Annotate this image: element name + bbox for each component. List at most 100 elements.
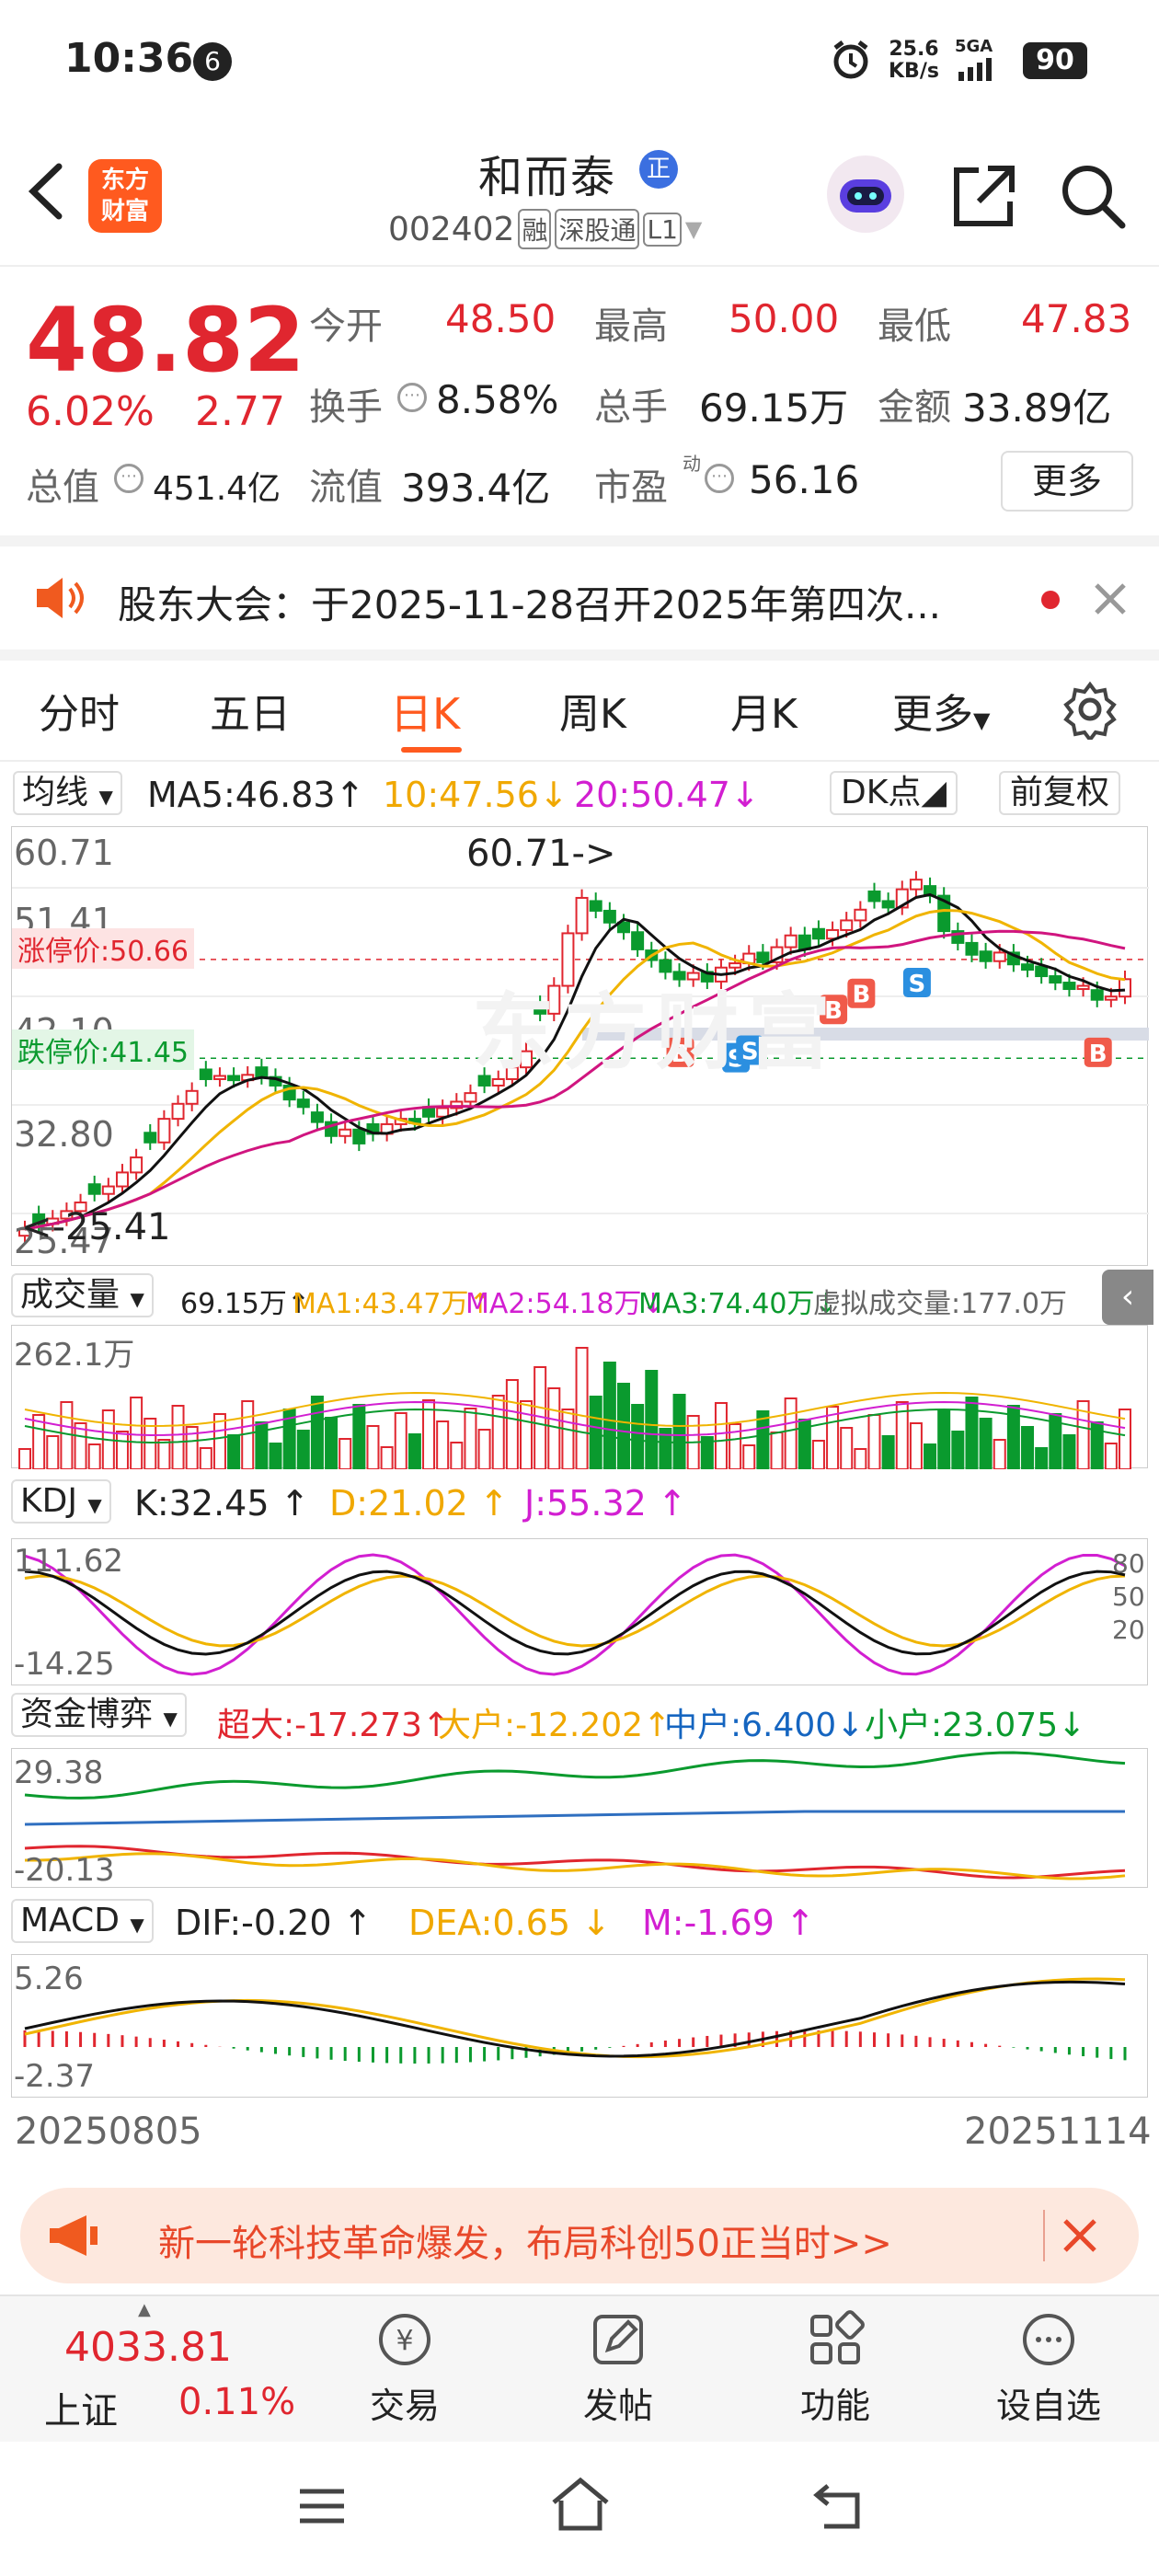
quote-panel: 48.82 6.02% 2.77 总值 ⋯ 451.4亿 今开 48.50 最高… <box>0 269 1159 535</box>
volume-bar <box>840 1427 854 1469</box>
candle-body <box>1119 978 1131 998</box>
volume-bar <box>436 1420 450 1469</box>
period-tabs: 分时 五日 日K 周K 月K 更多▼ <box>0 661 1159 762</box>
volume-bar <box>1104 1443 1118 1469</box>
index-name[interactable]: 上证 <box>44 2381 118 2434</box>
dk-point-toggle[interactable]: DK点◢ <box>830 771 958 815</box>
macd-y-bottom: -2.37 <box>14 2058 95 2095</box>
close-icon[interactable] <box>1089 578 1131 620</box>
robot-assistant-icon[interactable] <box>823 152 908 236</box>
candle-body <box>1062 982 1076 991</box>
tab-more[interactable]: 更多▼ <box>892 681 990 740</box>
volume-bar <box>979 1418 993 1469</box>
home-icon[interactable] <box>548 2475 613 2534</box>
candle-body <box>631 931 645 950</box>
volume-selector[interactable]: 成交量 ▼ <box>11 1273 154 1317</box>
index-percent[interactable]: 0.11% <box>178 2381 295 2423</box>
kdj-ref-80: 80 <box>1112 1548 1145 1579</box>
candle-body <box>602 909 616 924</box>
candle-body <box>185 1089 199 1105</box>
back-nav-icon[interactable] <box>809 2477 868 2532</box>
volume-bar <box>520 1400 534 1469</box>
volume-bar <box>87 1443 101 1469</box>
macd-selector[interactable]: MACD ▼ <box>11 1899 154 1943</box>
fund-y-top: 29.38 <box>14 1754 104 1791</box>
fund-flow-selector[interactable]: 资金博弈 ▼ <box>11 1693 187 1737</box>
volume-bar <box>951 1431 965 1469</box>
dropdown-icon[interactable]: ▼ <box>685 216 702 242</box>
notice-text: 股东大会：于2025-11-28召开2025年第四次... <box>118 582 942 627</box>
fund-mid-line <box>24 1810 1125 1826</box>
nav-post[interactable]: 发帖 <box>572 2307 664 2436</box>
volume-bar <box>1021 1426 1035 1469</box>
candle-body <box>352 1128 366 1144</box>
collapse-panel-button[interactable]: ‹ <box>1102 1270 1153 1325</box>
indicator-selector[interactable]: 均线 ▼ <box>13 771 122 815</box>
tab-monthly-k[interactable]: 月K <box>730 681 798 740</box>
nav-trade[interactable]: ¥ 交易 <box>359 2307 451 2436</box>
candle-body <box>589 900 602 912</box>
menu-icon[interactable] <box>294 2478 350 2534</box>
kdj-y-top: 111.62 <box>14 1543 123 1580</box>
candle-body <box>1021 963 1035 972</box>
kdj-j: J:55.32 ↑ <box>524 1483 687 1524</box>
volume-bar <box>784 1397 798 1469</box>
close-icon[interactable] <box>1058 2214 1102 2258</box>
volume-bar <box>227 1434 241 1469</box>
nav-add-watchlist[interactable]: 设自选 <box>984 2307 1113 2436</box>
dropdown-icon: ▼ <box>973 707 991 733</box>
kdj-k-line <box>24 1570 1126 1656</box>
adjust-mode-button[interactable]: 前复权 <box>999 771 1121 815</box>
macd-y-top: 5.26 <box>14 1961 84 1997</box>
tab-daily-k[interactable]: 日K <box>390 681 460 742</box>
kdj-k: K:32.45 ↑ <box>134 1483 310 1524</box>
candle-body <box>101 1185 115 1195</box>
notice-bar[interactable]: 股东大会：于2025-11-28召开2025年第四次... <box>0 546 1159 650</box>
tab-five-day[interactable]: 五日 <box>210 681 291 740</box>
candle-body <box>436 1107 450 1118</box>
info-icon[interactable]: ⋯ <box>705 464 734 493</box>
watermark: 东方财富 <box>472 984 840 1081</box>
search-icon[interactable] <box>1058 161 1128 231</box>
promo-banner[interactable]: 新一轮科技革命爆发，布局科创50正当时>> <box>20 2188 1139 2283</box>
candle-body <box>1104 995 1118 1001</box>
candle-body <box>212 1075 226 1080</box>
amount-label: 金额 <box>878 386 951 429</box>
candle-body <box>130 1156 143 1174</box>
last-price: 48.82 <box>26 289 305 392</box>
kline-chart[interactable]: SSBBBSB 东方财富 60.71 51.41 42.10 32.80 25.… <box>11 826 1149 1266</box>
volume-bar <box>575 1347 589 1469</box>
more-button[interactable]: 更多 <box>1001 451 1133 512</box>
volume-bar <box>380 1446 394 1469</box>
tab-weekly-k[interactable]: 周K <box>559 681 626 740</box>
settings-gear-icon[interactable] <box>1060 679 1120 740</box>
index-value[interactable]: 4033.81 <box>64 2324 232 2371</box>
virtual-volume: 虚拟成交量:177.0万 <box>813 1288 1067 1320</box>
candle-body <box>310 1111 324 1123</box>
volume-bar <box>965 1397 979 1469</box>
volume-bar <box>325 1417 339 1469</box>
back-button[interactable] <box>20 159 75 224</box>
fund-small: 小户:23.075↓ <box>865 1707 1086 1744</box>
volume-bar <box>18 1448 31 1469</box>
info-icon[interactable]: ⋯ <box>114 464 143 493</box>
nav-functions[interactable]: 功能 <box>789 2307 881 2436</box>
status-bar: 10:36 6 25.6 KB/s 5GA 90 <box>0 0 1159 124</box>
volume-bar <box>477 1429 491 1469</box>
trade-signal-label: B <box>1089 1041 1107 1068</box>
candle-body <box>784 934 798 949</box>
tab-intraday[interactable]: 分时 <box>39 681 120 740</box>
expand-up-icon[interactable]: ▲ <box>138 2300 151 2319</box>
info-icon[interactable]: ⋯ <box>397 383 427 412</box>
volume-bar <box>937 1409 951 1469</box>
stock-code: 002402 <box>388 210 515 248</box>
candle-body <box>296 1098 310 1109</box>
candle-body <box>255 1066 269 1078</box>
volume-bar <box>339 1438 352 1469</box>
share-icon[interactable] <box>947 161 1017 231</box>
kdj-selector[interactable]: KDJ ▼ <box>11 1479 111 1524</box>
volume-bar <box>924 1443 937 1469</box>
candle-body <box>339 1128 352 1137</box>
volume-bar <box>171 1405 185 1469</box>
trade-signal-label: B <box>852 982 870 1009</box>
